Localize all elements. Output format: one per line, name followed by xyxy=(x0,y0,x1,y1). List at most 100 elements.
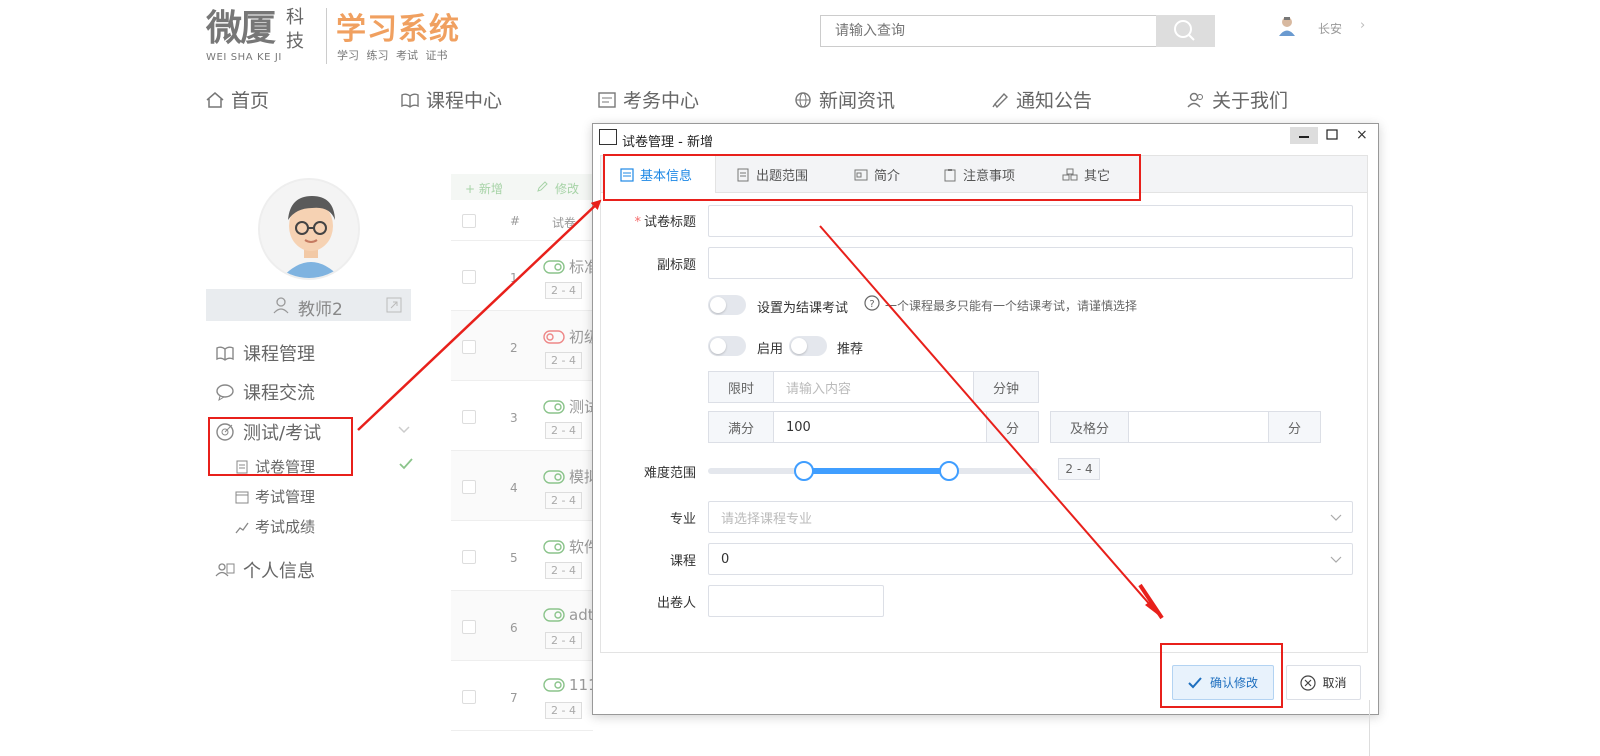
book-icon xyxy=(401,93,419,108)
row-number: 4 xyxy=(510,481,518,495)
check-icon xyxy=(399,458,413,470)
final-exam-hint: 一个课程最多只能有一个结课考试，请谨慎选择 xyxy=(885,299,1138,313)
maximize-button[interactable] xyxy=(1325,128,1339,142)
header-checkbox[interactable] xyxy=(462,214,476,228)
row-number: 1 xyxy=(510,271,518,285)
time-limit-input[interactable]: 请输入内容 xyxy=(773,371,974,403)
row-checkbox[interactable] xyxy=(462,690,476,704)
close-button[interactable]: × xyxy=(1356,127,1368,143)
globe-icon xyxy=(795,91,811,108)
nav-about[interactable]: 关于我们 xyxy=(1186,86,1288,113)
row-difficulty-tag: 2 - 4 xyxy=(545,632,582,649)
search-input[interactable] xyxy=(821,16,1156,46)
row-divider xyxy=(451,730,593,731)
svg-text:?: ? xyxy=(869,299,874,310)
chevron-down-icon xyxy=(1330,514,1342,521)
row-title[interactable]: 标准 xyxy=(543,256,599,277)
row-title[interactable]: 测试 xyxy=(543,396,599,417)
expand-icon[interactable] xyxy=(386,297,402,313)
row-number: 6 xyxy=(510,621,518,635)
column-header-num: # xyxy=(510,214,521,228)
cancel-button[interactable]: 取消 xyxy=(1286,665,1361,700)
major-select[interactable]: 请选择课程专业 xyxy=(708,501,1353,533)
title-input[interactable] xyxy=(708,205,1353,237)
teacher-avatar[interactable] xyxy=(258,178,360,280)
row-checkbox[interactable] xyxy=(462,480,476,494)
toggle-on-icon xyxy=(543,608,565,622)
subtitle-input[interactable] xyxy=(708,247,1353,279)
author-input[interactable] xyxy=(708,585,884,617)
add-button[interactable]: + 新增 xyxy=(465,180,503,197)
exam-icon xyxy=(598,91,616,108)
highlight-box-confirm xyxy=(1160,643,1283,708)
row-difficulty-tag: 2 - 4 xyxy=(545,282,582,299)
sidebar-sub-exam-manage[interactable]: 考试管理 xyxy=(235,486,315,507)
row-title[interactable]: adt xyxy=(543,606,594,624)
pencil-icon xyxy=(537,181,548,192)
sidebar-item-course-chat[interactable]: 课程交流 xyxy=(215,379,315,405)
nav-label: 新闻资讯 xyxy=(819,90,896,112)
row-title[interactable]: 软件 xyxy=(543,536,599,557)
nav-home[interactable]: 首页 xyxy=(205,86,269,113)
difficulty-slider-fill xyxy=(804,468,949,474)
row-checkbox[interactable] xyxy=(462,620,476,634)
dialog-title: 试卷管理 - 新增 xyxy=(622,135,713,150)
row-checkbox[interactable] xyxy=(462,550,476,564)
sidebar-sub-label: 考试成绩 xyxy=(255,518,316,536)
row-checkbox[interactable] xyxy=(462,270,476,284)
major-placeholder: 请选择课程专业 xyxy=(721,511,813,527)
nav-notices[interactable]: 通知公告 xyxy=(990,86,1092,113)
user-name-link[interactable]: 长安 xyxy=(1318,20,1342,37)
difficulty-handle-max[interactable] xyxy=(939,461,959,481)
highlight-box-tabs xyxy=(603,154,1141,201)
difficulty-slider-track[interactable] xyxy=(708,461,1038,481)
nav-label: 首页 xyxy=(231,90,270,112)
search-field[interactable] xyxy=(820,15,1156,47)
recommend-label: 推荐 xyxy=(837,342,864,357)
nav-label: 考务中心 xyxy=(623,90,700,112)
edit-button[interactable]: 修改 xyxy=(555,180,579,197)
row-title[interactable]: 模拟 xyxy=(543,466,599,487)
pass-score-input[interactable] xyxy=(1128,411,1269,443)
row-difficulty-tag: 2 - 4 xyxy=(545,492,582,509)
author-label: 出卷人 xyxy=(656,596,696,611)
row-number: 7 xyxy=(510,691,518,705)
enable-toggle[interactable] xyxy=(708,336,746,356)
chart-icon xyxy=(235,522,249,533)
help-icon[interactable]: ? xyxy=(864,295,880,311)
chevron-right-icon: › xyxy=(1360,18,1366,33)
row-title[interactable]: 初级 xyxy=(543,326,599,347)
sidebar-item-label: 个人信息 xyxy=(243,561,315,582)
row-difficulty-tag: 2 - 4 xyxy=(545,422,582,439)
user-avatar-icon[interactable] xyxy=(1278,16,1296,36)
bell-icon xyxy=(992,92,1008,108)
nav-exams[interactable]: 考务中心 xyxy=(597,86,699,113)
logo-divider xyxy=(326,8,327,64)
toggle-on-icon xyxy=(543,259,565,274)
time-limit-prefix: 限时 xyxy=(708,371,774,403)
nav-courses[interactable]: 课程中心 xyxy=(400,86,502,113)
search-button[interactable] xyxy=(1156,15,1215,47)
course-select[interactable]: 0 xyxy=(708,543,1353,575)
recommend-toggle[interactable] xyxy=(789,336,827,356)
enable-label: 启用 xyxy=(757,342,784,357)
course-label: 课程 xyxy=(669,554,696,569)
sidebar-sub-exam-scores[interactable]: 考试成绩 xyxy=(235,516,315,537)
row-checkbox[interactable] xyxy=(462,410,476,424)
pass-score-prefix: 及格分 xyxy=(1050,411,1129,443)
difficulty-label: 难度范围 xyxy=(643,466,696,481)
users-icon xyxy=(1187,92,1203,107)
row-checkbox[interactable] xyxy=(462,340,476,354)
nav-news[interactable]: 新闻资讯 xyxy=(793,86,895,113)
minimize-button[interactable] xyxy=(1290,127,1318,144)
subtitle-label: 副标题 xyxy=(656,258,696,273)
sidebar-item-profile[interactable]: 个人信息 xyxy=(215,557,315,583)
row-title[interactable]: 111 xyxy=(543,676,598,694)
final-exam-toggle[interactable] xyxy=(708,295,746,315)
full-score-input[interactable]: 100 xyxy=(773,411,987,443)
time-limit-suffix: 分钟 xyxy=(973,371,1039,403)
chevron-down-icon xyxy=(398,426,410,434)
sidebar-item-course-manage[interactable]: 课程管理 xyxy=(215,340,315,366)
toggle-on-icon xyxy=(543,469,565,484)
pass-score-suffix: 分 xyxy=(1268,411,1321,443)
